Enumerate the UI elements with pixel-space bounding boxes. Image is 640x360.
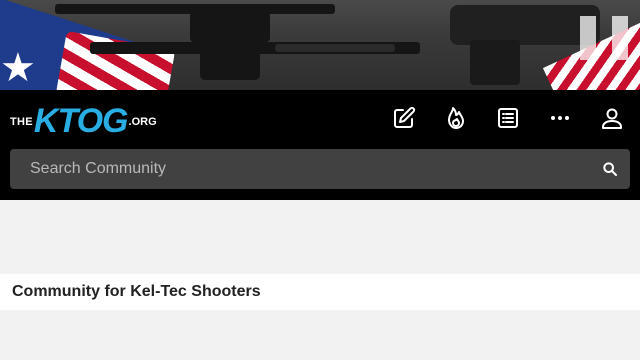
community-tagline: Community for Kel-Tec Shooters [12, 283, 261, 300]
pistol-graphic-grip [470, 40, 520, 85]
search-icon[interactable] [590, 149, 630, 189]
logo-name: KTOG [33, 102, 129, 140]
site-header: THE KTOG .ORG [0, 90, 640, 200]
trending-fire-icon[interactable] [444, 106, 468, 130]
flag-stripes [54, 30, 176, 90]
more-icon[interactable] [548, 106, 572, 130]
rifle-graphic-rail [275, 44, 395, 52]
compose-icon[interactable] [392, 106, 416, 130]
pause-icon[interactable] [580, 16, 628, 60]
rifle-graphic-body [190, 12, 270, 42]
site-logo[interactable]: THE KTOG .ORG [10, 102, 157, 138]
search-bar [10, 149, 630, 189]
rifle-graphic-body [200, 50, 260, 80]
ad-placeholder [0, 200, 640, 274]
list-icon[interactable] [496, 106, 520, 130]
header-banner: ★ [0, 0, 640, 90]
user-icon[interactable] [600, 106, 624, 130]
logo-suffix: .ORG [128, 116, 157, 128]
search-input[interactable] [10, 149, 590, 189]
community-tagline-bar: Community for Kel-Tec Shooters [0, 274, 640, 310]
star-icon: ★ [0, 45, 36, 90]
content-area [0, 310, 640, 360]
header-nav [392, 106, 624, 130]
logo-prefix: THE [10, 116, 33, 128]
pistol-graphic [450, 5, 600, 45]
